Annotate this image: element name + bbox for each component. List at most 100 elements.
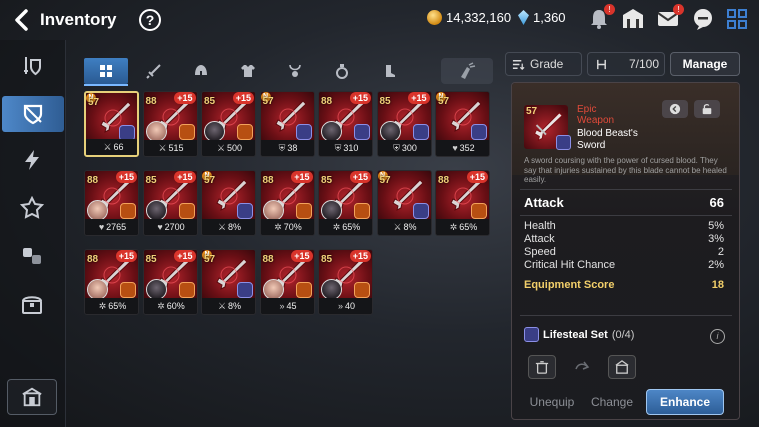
main-stat-label: ⛨ 38 xyxy=(260,140,314,156)
sidebar-item-artifact[interactable] xyxy=(8,190,56,226)
help-icon[interactable]: ? xyxy=(139,9,161,31)
equipped-hero-avatar xyxy=(87,200,108,221)
change-button[interactable]: Change xyxy=(584,389,640,415)
main-stat-value: 70% xyxy=(283,222,302,232)
equipment-card[interactable]: 88 +15 ✲ 65% xyxy=(84,249,139,315)
equipment-card[interactable]: 88 +15 ♥ 2765 xyxy=(84,170,139,236)
share-button[interactable] xyxy=(662,100,688,118)
set-icon xyxy=(471,124,487,140)
menu-grid-icon[interactable] xyxy=(724,6,750,32)
equipment-card[interactable]: 85 +15 ♥ 2700 xyxy=(142,170,198,236)
main-stat-label: ⛨ 300 xyxy=(377,140,431,156)
equipment-card[interactable]: 88 +15 » 45 xyxy=(259,249,315,315)
item-level: 57 xyxy=(379,175,391,186)
chat-icon[interactable] xyxy=(690,6,716,32)
substat-row: Health 5% xyxy=(524,220,724,233)
enhance-level-badge: +15 xyxy=(349,171,371,183)
top-bar: Inventory ? 14,332,160 1,360 ! ! xyxy=(0,0,759,40)
guild-icon[interactable] xyxy=(620,6,646,32)
main-stat-value: 515 xyxy=(168,143,184,153)
crit-icon: ✲ xyxy=(449,221,458,232)
equipment-card[interactable]: N 57 ⚔ 66 xyxy=(84,91,139,157)
sidebar-item-boost[interactable] xyxy=(8,142,56,178)
sort-dropdown[interactable]: Grade xyxy=(505,52,582,76)
hand-broom-icon xyxy=(461,62,476,79)
sidebar-item-material[interactable] xyxy=(8,238,56,274)
equipment-card[interactable]: 85 +15 » 40 xyxy=(318,249,373,315)
crystal-counter: 1,360 xyxy=(518,10,566,25)
equipment-card[interactable]: 85 +15 ⛨ 300 xyxy=(376,91,432,157)
sidebar-item-equipment[interactable] xyxy=(8,48,56,84)
equipment-card[interactable]: 85 +15 ✲ 65% xyxy=(318,170,373,236)
main-stat-label: ⚔ 8% xyxy=(377,219,431,235)
equipment-card[interactable]: 88 +15 ✲ 70% xyxy=(259,170,315,236)
sword-icon: ⚔ xyxy=(216,142,226,153)
unequip-button[interactable]: Unequip xyxy=(524,389,580,415)
enhance-button[interactable]: Enhance xyxy=(646,389,724,415)
mail-icon[interactable]: ! xyxy=(655,4,684,32)
main-stat-label: » 45 xyxy=(260,298,314,314)
sword-icon: ⚔ xyxy=(103,141,112,152)
lightning-icon xyxy=(25,150,39,170)
enhance-level-badge: +15 xyxy=(115,171,137,183)
back-arrow-icon[interactable] xyxy=(10,8,34,32)
main-stat-label: ♥ 352 xyxy=(436,140,489,156)
main-stat: Attack 66 xyxy=(524,195,724,210)
equipment-card[interactable]: 85 +15 ✲ 60% xyxy=(142,249,198,315)
tab-armor[interactable] xyxy=(226,58,270,84)
set-icon xyxy=(178,203,195,219)
tab-boots[interactable] xyxy=(367,58,411,84)
main-stat-label: ⚔ 515 xyxy=(143,140,197,156)
lock-button[interactable] xyxy=(694,100,720,118)
mail-notification-badge: ! xyxy=(673,4,684,15)
equipment-card[interactable]: N 57 ⛨ 38 xyxy=(259,91,315,157)
inventory-capacity-icon xyxy=(597,59,606,69)
equipment-card[interactable]: N 57 ⚔ 8% xyxy=(201,249,256,315)
main-stat-label: ✲ 70% xyxy=(260,219,314,235)
tab-all[interactable] xyxy=(84,58,128,86)
main-stat-label: ✲ 65% xyxy=(85,298,138,314)
equipment-card[interactable]: N 57 ⚔ 8% xyxy=(376,170,432,236)
item-detail-panel: 57 Epic Weapon Blood Beast's Sword A swo… xyxy=(511,82,740,420)
manage-button[interactable]: Manage xyxy=(670,52,740,76)
auto-equip-button[interactable] xyxy=(441,58,493,84)
main-stat-value: 45 xyxy=(286,301,297,311)
enhance-level-badge: +15 xyxy=(174,92,196,104)
sword-icon: ⚔ xyxy=(217,300,227,311)
share-icon xyxy=(669,103,681,115)
set-icon xyxy=(237,124,253,140)
sidebar-item-armor[interactable] xyxy=(2,96,64,132)
speed-icon: » xyxy=(337,301,343,311)
main-stat-label: » 40 xyxy=(319,298,372,314)
capacity-counter[interactable]: 7/100 xyxy=(587,52,665,76)
equipment-card[interactable]: 88 +15 ⛨ 310 xyxy=(318,91,373,157)
lifesteal-set-icon xyxy=(524,327,539,342)
tab-necklace[interactable] xyxy=(273,58,317,84)
equipment-card[interactable]: 88 +15 ✲ 65% xyxy=(435,170,490,236)
ring-icon xyxy=(336,64,348,79)
reforge-icon xyxy=(575,361,590,370)
tab-ring[interactable] xyxy=(320,58,364,84)
tab-weapon[interactable] xyxy=(132,58,176,84)
equipment-card[interactable]: N 57 ♥ 352 xyxy=(435,91,490,157)
tab-helmet[interactable] xyxy=(179,58,223,84)
set-icon xyxy=(237,203,253,219)
speed-icon: » xyxy=(279,301,285,311)
equipment-card[interactable]: 85 +15 ⚔ 500 xyxy=(201,91,256,157)
bell-icon[interactable]: ! xyxy=(586,4,615,32)
equipment-card[interactable]: N 57 ⚔ 8% xyxy=(201,170,256,236)
info-icon[interactable]: i xyxy=(710,329,725,344)
heart-icon: ♥ xyxy=(452,143,458,153)
sidebar-item-chest[interactable] xyxy=(8,286,56,322)
item-level: 88 xyxy=(87,175,99,186)
equipment-card[interactable]: 88 +15 ⚔ 515 xyxy=(142,91,198,157)
enhance-level-badge: +15 xyxy=(291,171,313,183)
equipped-hero-avatar xyxy=(262,279,284,300)
substat-value: 2 xyxy=(717,246,724,258)
storage-move-button[interactable] xyxy=(608,355,636,379)
main-stat-value: 352 xyxy=(459,143,475,153)
sell-button[interactable] xyxy=(528,355,556,379)
substat-label: Attack xyxy=(524,233,555,245)
storage-button[interactable] xyxy=(7,379,57,415)
reforge-button[interactable] xyxy=(568,355,596,379)
